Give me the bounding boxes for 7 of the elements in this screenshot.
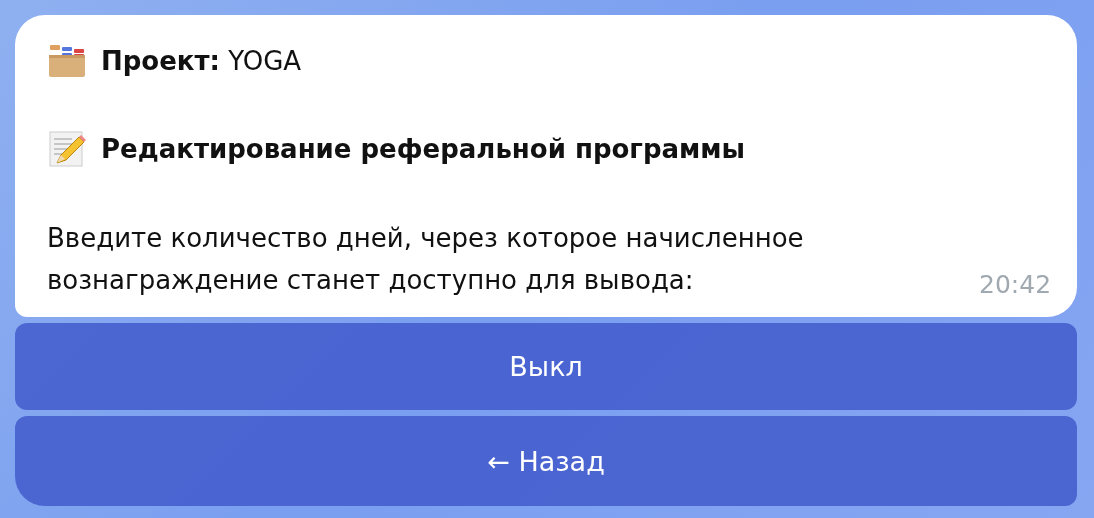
keyboard-button[interactable]: Выкл — [15, 323, 1077, 411]
memo-pencil-icon — [47, 129, 87, 169]
message-text: Введите количество дней, через которое начисленное вознаграждение станет доступно для вывода: — [47, 222, 805, 297]
message-heading: Редактирование реферальной программы — [101, 134, 746, 164]
message-time: 20:42 — [979, 270, 1052, 299]
project-title: Проект: YOGA — [101, 46, 302, 76]
keyboard-button[interactable]: ← Назад — [15, 416, 1077, 506]
